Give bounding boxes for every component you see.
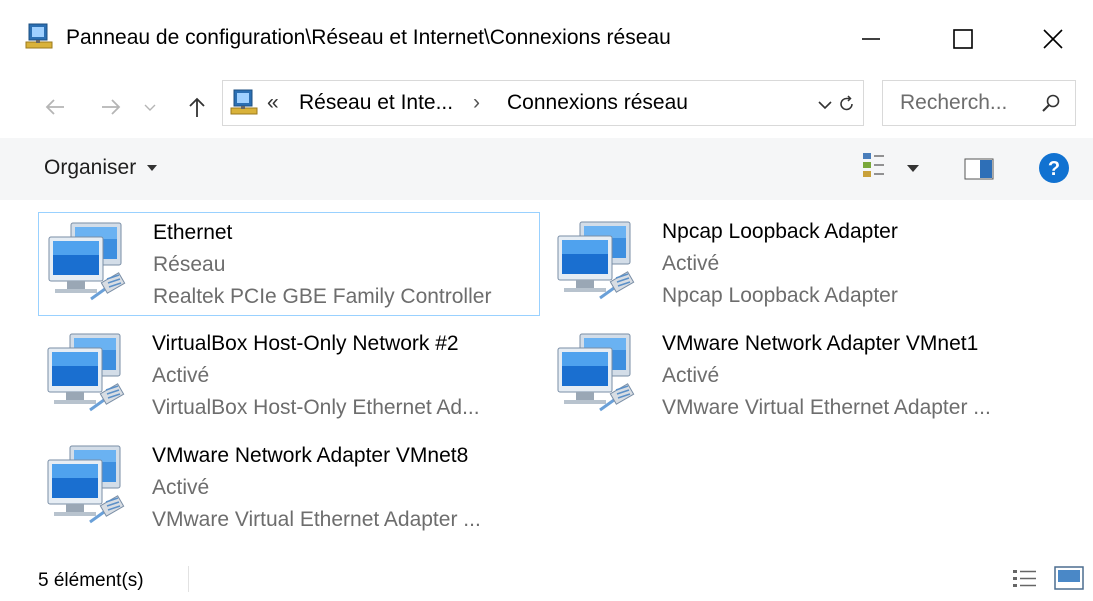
breadcrumb-overflow[interactable]: « (267, 91, 279, 115)
address-bar[interactable]: « Réseau et Inte... › Connexions réseau (222, 80, 864, 126)
change-view-icon[interactable] (862, 152, 886, 182)
back-arrow-icon (45, 99, 64, 115)
refresh-icon[interactable] (837, 94, 857, 114)
connection-name: VMware Network Adapter VMnet8 (152, 444, 469, 467)
connection-device: VMware Virtual Ethernet Adapter ... (662, 396, 991, 419)
network-connections-icon (230, 89, 258, 115)
up-arrow-icon (189, 97, 205, 117)
network-adapter-icon (557, 221, 635, 300)
details-view-icon[interactable] (1012, 568, 1038, 590)
network-connection-item[interactable]: Ethernet Réseau Realtek PCIe GBE Family Co… (38, 212, 540, 316)
forward-button[interactable] (94, 90, 128, 124)
breadcrumb-separator[interactable]: › (473, 91, 480, 115)
network-connections-icon (25, 23, 53, 49)
large-icons-view-icon[interactable] (1054, 566, 1084, 590)
network-connection-item[interactable]: VMware Network Adapter VMnet1 Activé VMwar… (548, 324, 1050, 428)
network-connection-item[interactable]: Npcap Loopback Adapter Activé Npcap Loopba… (548, 212, 1050, 316)
network-adapter-icon (47, 333, 125, 412)
network-adapter-icon (47, 445, 125, 524)
item-count: 5 élément(s) (38, 570, 144, 591)
network-adapter-icon (557, 333, 635, 412)
connection-device: VirtualBox Host-Only Ethernet Ad... (152, 396, 480, 419)
back-button[interactable] (38, 90, 72, 124)
search-icon[interactable] (1041, 93, 1061, 113)
organize-label: Organiser (44, 156, 137, 179)
address-dropdown-icon[interactable] (817, 97, 833, 113)
maximize-icon (953, 29, 973, 49)
network-connection-item[interactable]: VMware Network Adapter VMnet8 Activé VMwar… (38, 436, 540, 540)
status-separator (188, 566, 189, 592)
connection-name: VMware Network Adapter VMnet1 (662, 332, 979, 355)
breadcrumb-network-connections[interactable]: Connexions réseau (507, 91, 688, 115)
title-bar: Panneau de configuration\Réseau et Inter… (0, 0, 1093, 80)
close-button[interactable] (1021, 8, 1085, 70)
status-bar: 5 élément(s) (0, 556, 1093, 601)
forward-arrow-icon (102, 99, 121, 115)
breadcrumb-network-internet[interactable]: Réseau et Inte... (299, 91, 453, 115)
connection-name: Npcap Loopback Adapter (662, 220, 898, 243)
connection-status: Activé (152, 364, 210, 387)
connection-device: Realtek PCIe GBE Family Controller (153, 285, 492, 308)
connection-name: Ethernet (153, 221, 233, 244)
window-title: Panneau de configuration\Réseau et Inter… (66, 26, 671, 49)
connection-status: Réseau (153, 253, 226, 276)
svg-text:?: ? (1048, 158, 1060, 180)
help-icon[interactable]: ? (1038, 152, 1070, 184)
up-button[interactable] (180, 90, 214, 124)
minimize-icon (862, 38, 880, 40)
search-box[interactable]: Recherch... (882, 80, 1076, 126)
connection-device: Npcap Loopback Adapter (662, 284, 898, 307)
network-connection-item[interactable]: VirtualBox Host-Only Network #2 Activé Vir… (38, 324, 540, 428)
connection-name: VirtualBox Host-Only Network #2 (152, 332, 459, 355)
command-bar: Organiser ? (0, 138, 1093, 200)
minimize-button[interactable] (839, 8, 903, 70)
preview-pane-icon[interactable] (964, 158, 994, 180)
view-options-dropdown-icon[interactable] (906, 164, 920, 174)
connection-status: Activé (152, 476, 210, 499)
search-input[interactable]: Recherch... (900, 91, 1007, 115)
connection-device: VMware Virtual Ethernet Adapter ... (152, 508, 481, 531)
organize-button[interactable]: Organiser (44, 156, 158, 180)
connection-status: Activé (662, 364, 720, 387)
dropdown-arrow-icon (147, 165, 158, 172)
maximize-button[interactable] (931, 8, 995, 70)
recent-locations-button[interactable] (138, 90, 162, 124)
chevron-down-icon (144, 104, 156, 111)
connection-status: Activé (662, 252, 720, 275)
network-adapter-icon (48, 222, 126, 301)
close-icon (1043, 29, 1063, 49)
